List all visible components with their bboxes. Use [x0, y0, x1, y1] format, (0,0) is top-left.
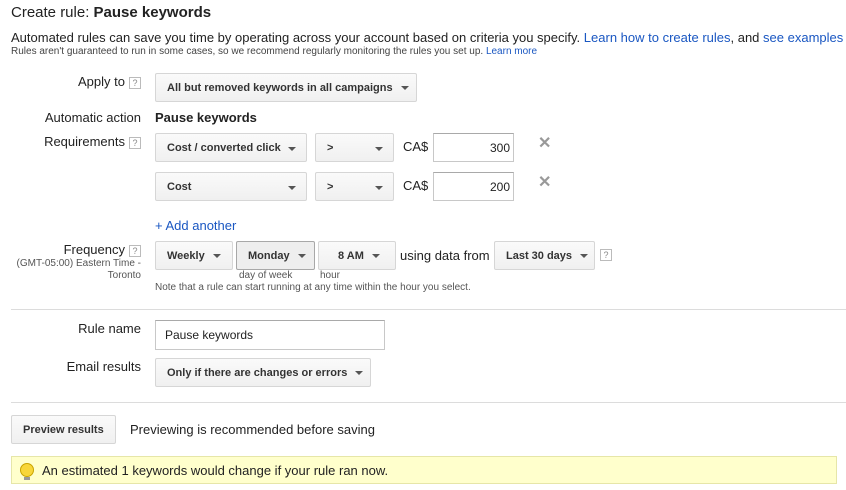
- using-data-from-text: using data from: [400, 248, 490, 263]
- intro-text: Automated rules can save you time by ope…: [11, 30, 843, 45]
- requirement-1-operator: >: [327, 141, 334, 154]
- estimate-text: An estimated 1 keywords would change if …: [42, 462, 389, 478]
- email-results-value: Only if there are changes or errors: [167, 366, 348, 379]
- frequency-help-icon[interactable]: ?: [129, 244, 141, 257]
- automatic-action-label: Automatic action: [44, 110, 141, 125]
- remove-requirement-1-icon[interactable]: ✕: [538, 136, 551, 152]
- title-rule-name: Pause keywords: [93, 4, 212, 21]
- learn-more-link[interactable]: Learn more: [486, 46, 537, 57]
- frequency-period: Weekly: [167, 249, 205, 262]
- requirement-2-currency: CA$: [403, 178, 429, 193]
- timezone-label: (GMT-05:00) Eastern Time - Toronto: [17, 258, 141, 282]
- day-of-week-caption: day of week: [239, 270, 293, 281]
- title-prefix: Create rule:: [11, 4, 94, 21]
- date-range-help-icon[interactable]: ?: [600, 249, 612, 261]
- frequency-label: Frequency?: [64, 242, 141, 257]
- chevron-down-icon: [375, 147, 383, 151]
- and-text: , and: [730, 30, 760, 45]
- requirements-label: Requirements?: [44, 134, 141, 149]
- preview-results-button[interactable]: Preview results: [11, 415, 116, 444]
- remove-requirement-2-icon[interactable]: ✕: [538, 175, 551, 191]
- intro-sentence: Automated rules can save you time by ope…: [11, 30, 581, 45]
- frequency-day: Monday: [248, 249, 290, 262]
- requirement-1-value-input[interactable]: 300: [433, 133, 514, 162]
- hour-caption: hour: [320, 270, 341, 281]
- preview-hint: Previewing is recommended before saving: [130, 422, 375, 437]
- chevron-down-icon: [288, 147, 296, 151]
- chevron-down-icon: [371, 253, 380, 258]
- requirements-label-text: Requirements: [44, 134, 125, 149]
- monitoring-note-text: Rules aren't guaranteed to run in some c…: [11, 46, 484, 57]
- requirement-2-operator-dropdown[interactable]: >: [315, 172, 394, 201]
- requirement-2-operator: >: [327, 180, 334, 193]
- rule-name-label: Rule name: [78, 321, 141, 336]
- section-divider: [11, 402, 846, 403]
- requirement-2-metric: Cost: [167, 180, 192, 193]
- email-results-label: Email results: [66, 359, 141, 374]
- frequency-note: Note that a rule can start running at an…: [155, 282, 471, 293]
- requirement-2-value: 200: [489, 179, 510, 194]
- frequency-period-dropdown[interactable]: Weekly: [155, 241, 233, 270]
- chevron-down-icon: [375, 186, 383, 190]
- apply-to-label-text: Apply to: [78, 74, 125, 89]
- date-range-value: Last 30 days: [506, 249, 573, 262]
- chevron-down-icon: [400, 85, 409, 90]
- timezone-line-2: Toronto: [107, 270, 141, 281]
- requirement-1-currency: CA$: [403, 139, 429, 154]
- preview-results-label: Preview results: [23, 423, 104, 436]
- requirement-1-value: 300: [489, 140, 510, 155]
- chevron-down-icon: [288, 186, 296, 190]
- chevron-down-icon: [355, 370, 364, 375]
- timezone-line-1: (GMT-05:00) Eastern Time -: [16, 258, 141, 269]
- apply-to-help-icon[interactable]: ?: [129, 76, 141, 89]
- monitoring-note: Rules aren't guaranteed to run in some c…: [11, 46, 537, 57]
- learn-create-rules-link[interactable]: Learn how to create rules: [584, 30, 731, 45]
- date-range-dropdown[interactable]: Last 30 days: [494, 241, 595, 270]
- rule-name-input[interactable]: Pause keywords: [155, 320, 385, 350]
- frequency-label-text: Frequency: [63, 242, 125, 257]
- requirements-help-icon[interactable]: ?: [129, 136, 141, 149]
- requirement-1-metric: Cost / converted click: [167, 141, 281, 154]
- section-divider: [11, 309, 846, 310]
- requirement-2-value-input[interactable]: 200: [433, 172, 514, 201]
- rule-name-value: Pause keywords: [165, 328, 254, 342]
- chevron-down-icon: [580, 253, 589, 258]
- lightbulb-icon: [20, 463, 34, 480]
- automatic-action-value: Pause keywords: [155, 110, 257, 125]
- apply-to-dropdown[interactable]: All but removed keywords in all campaign…: [155, 73, 417, 102]
- requirement-1-operator-dropdown[interactable]: >: [315, 133, 394, 162]
- frequency-day-dropdown[interactable]: Monday: [236, 241, 315, 270]
- frequency-hour-dropdown[interactable]: 8 AM: [318, 241, 396, 270]
- see-examples-link[interactable]: see examples: [763, 30, 843, 45]
- frequency-hour: 8 AM: [338, 249, 364, 262]
- page-title: Create rule: Pause keywords: [11, 4, 211, 21]
- estimate-banner: An estimated 1 keywords would change if …: [11, 456, 837, 484]
- email-results-dropdown[interactable]: Only if there are changes or errors: [155, 358, 371, 387]
- chevron-down-icon: [297, 253, 306, 258]
- requirement-1-metric-dropdown[interactable]: Cost / converted click: [155, 133, 307, 162]
- apply-to-label: Apply to?: [78, 74, 141, 89]
- chevron-down-icon: [212, 253, 221, 258]
- requirement-2-metric-dropdown[interactable]: Cost: [155, 172, 307, 201]
- apply-to-value: All but removed keywords in all campaign…: [167, 81, 393, 94]
- add-another-link[interactable]: + Add another: [155, 218, 236, 233]
